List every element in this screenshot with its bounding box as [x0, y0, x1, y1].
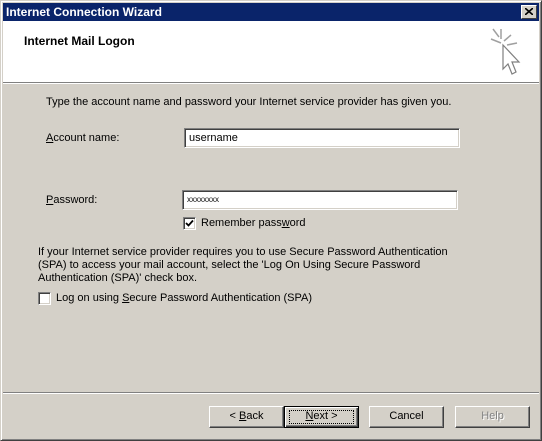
spa-checkbox-label[interactable]: Log on using Secure Password Authenticat…: [56, 292, 312, 304]
password-input[interactable]: xxxxxxxx: [182, 190, 458, 210]
account-name-label: Account name:: [46, 132, 120, 144]
back-button[interactable]: < Back: [209, 406, 284, 428]
spa-description: If your Internet service provider requir…: [38, 246, 448, 284]
wizard-sparkle-cursor-icon: [490, 28, 521, 75]
header-separator: [3, 82, 539, 84]
password-label: Password:: [46, 194, 98, 206]
intro-text: Type the account name and password your …: [46, 96, 452, 108]
title-bar[interactable]: Internet Connection Wizard: [3, 3, 539, 21]
next-button[interactable]: Next >: [284, 406, 359, 428]
wizard-header: Internet Mail Logon: [3, 21, 539, 82]
window-title: Internet Connection Wizard: [6, 5, 162, 19]
cancel-button[interactable]: Cancel: [369, 406, 444, 428]
wizard-window: Internet Connection Wizard Internet Mail…: [0, 0, 542, 441]
spa-checkbox[interactable]: [38, 292, 51, 305]
page-title: Internet Mail Logon: [24, 34, 135, 48]
remember-password-checkbox[interactable]: [183, 217, 196, 230]
close-icon: [525, 8, 533, 15]
checkmark-icon: [185, 219, 194, 227]
focus-rect: [289, 410, 354, 424]
close-button[interactable]: [521, 5, 537, 19]
footer-separator: [3, 392, 539, 394]
account-name-input[interactable]: username: [184, 128, 460, 148]
remember-password-label[interactable]: Remember password: [201, 217, 306, 229]
help-button: Help: [455, 406, 530, 428]
